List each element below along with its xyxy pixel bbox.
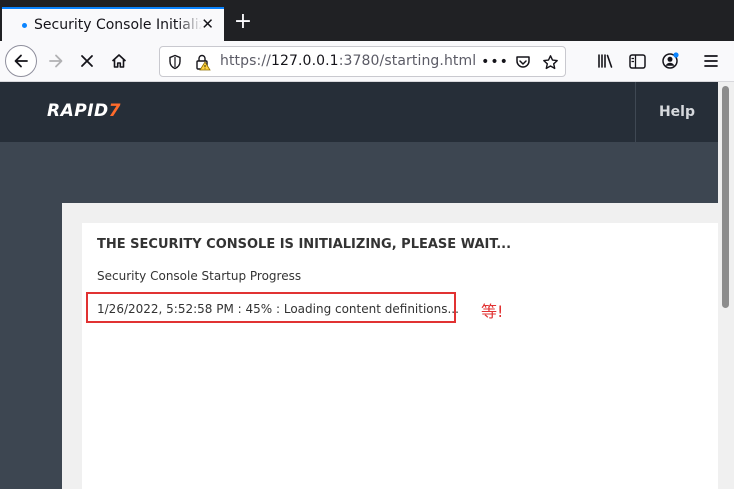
sidebar-icon[interactable] [621,45,653,77]
url-text: https://127.0.0.1:3780/starting.html [220,53,477,69]
rapid7-logo[interactable]: RAPID7 [47,101,121,121]
tab-strip: Security Console Initializing ✕ + [0,0,734,41]
page-scrollbar[interactable] [718,82,734,489]
help-link[interactable]: Help [636,82,718,142]
pocket-icon[interactable] [514,53,532,71]
tab-title: Security Console Initializing [34,17,202,33]
star-icon[interactable] [541,53,559,71]
account-icon[interactable] [654,45,686,77]
tab-close-icon[interactable]: ✕ [201,16,214,32]
page-title: THE SECURITY CONSOLE IS INITIALIZING, PL… [97,237,512,252]
more-dots-icon[interactable]: ••• [481,53,508,71]
startup-card: THE SECURITY CONSOLE IS INITIALIZING, PL… [82,223,718,489]
home-icon[interactable] [103,45,135,77]
insecure-lock-icon[interactable] [194,53,212,71]
app-header: RAPID7 Help [0,82,718,142]
progress-heading: Security Console Startup Progress [97,269,302,283]
address-bar[interactable]: https://127.0.0.1:3780/starting.html ••• [159,46,566,77]
annotation-highlight-box [86,292,456,323]
scrollbar-thumb[interactable] [722,86,729,308]
navigation-toolbar: https://127.0.0.1:3780/starting.html ••• [0,41,734,82]
shield-icon[interactable] [166,53,184,71]
browser-tab[interactable]: Security Console Initializing ✕ [2,7,224,41]
stop-icon[interactable] [71,45,103,77]
web-page: RAPID7 Help THE SECURITY CONSOLE IS INIT… [0,82,718,489]
annotation-text: 等! [481,302,504,321]
back-arrow-icon[interactable] [5,45,37,77]
loading-indicator-icon [22,22,27,28]
library-icon[interactable] [590,45,622,77]
hamburger-menu-icon[interactable] [695,45,727,77]
new-tab-button[interactable]: + [232,11,254,33]
forward-arrow-icon[interactable] [40,45,72,77]
